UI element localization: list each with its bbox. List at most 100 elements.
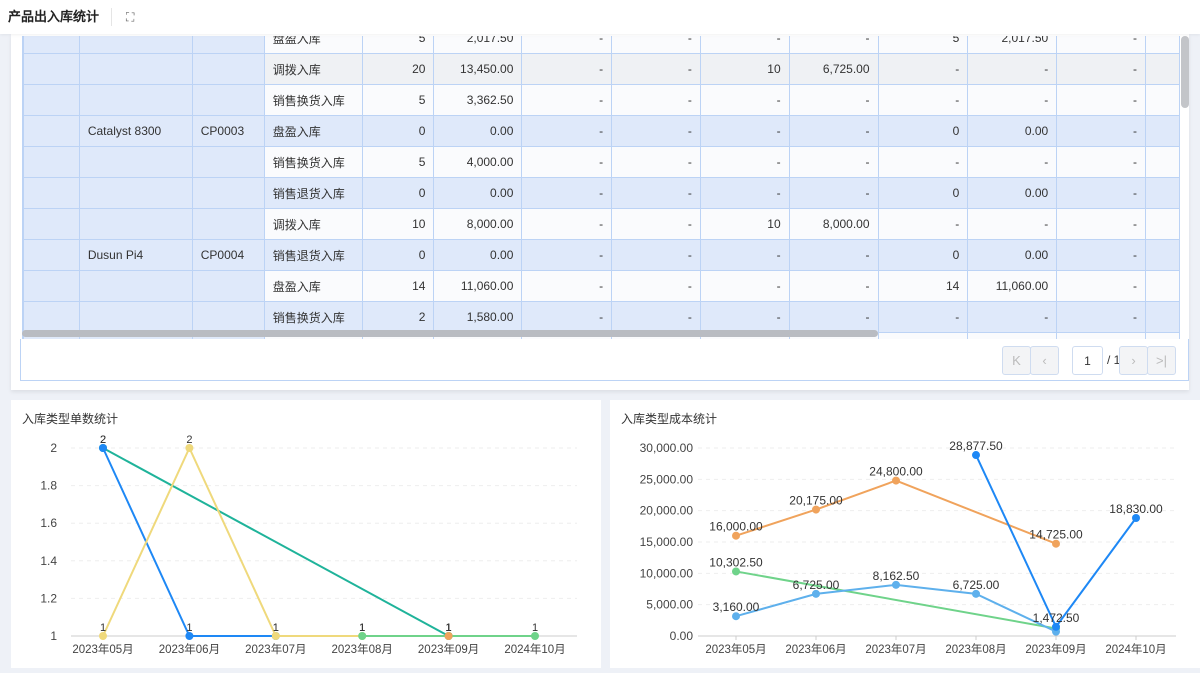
data-label: 8,162.50 — [873, 569, 920, 583]
amount-cell: 0.00 — [433, 177, 523, 209]
data-label: 10,302.50 — [709, 555, 763, 569]
value-cell: - — [611, 36, 701, 54]
value-cell — [1144, 301, 1180, 333]
vertical-scrollbar[interactable] — [1181, 36, 1189, 108]
value-cell: - — [521, 301, 613, 333]
product-code-cell — [191, 53, 265, 85]
value-cell — [1144, 53, 1180, 85]
x-tick-label: 2023年05月 — [72, 642, 133, 656]
table-row[interactable]: 盘盈入库 5 2,017.50- - - -5 2,017.50- — [23, 36, 1180, 54]
value-cell: - — [967, 84, 1058, 116]
x-tick-label: 2024年10月 — [504, 642, 565, 656]
chart-title: 入库类型单数统计 — [22, 412, 119, 426]
value-cell: - — [1056, 301, 1146, 333]
table-row[interactable]: 销售换货入库 2 1,580.00- - - - - - - — [23, 301, 1180, 333]
group-cell — [23, 36, 80, 54]
table-row[interactable]: 调拨入库 10 8,000.00- -10 8,000.00- - - — [23, 208, 1180, 240]
value-cell: - — [788, 36, 879, 54]
prev-page-button[interactable]: ‹ — [1030, 346, 1059, 375]
product-code-cell — [191, 84, 265, 116]
cost-chart-card: 入库类型成本统计 0.00 5,000.00 10,000.00 15,000.00 2… — [610, 400, 1200, 668]
type-cell: 销售换货入库 — [263, 84, 363, 116]
qty-cell: 5 — [361, 146, 435, 178]
x-tick-label: 2024年10月 — [1105, 642, 1166, 656]
value-cell: - — [788, 301, 879, 333]
table-row[interactable]: 销售换货入库 5 4,000.00- - - - - - - — [23, 146, 1180, 178]
value-cell: - — [521, 239, 613, 271]
value-cell: - — [1056, 177, 1146, 209]
qty-cell: 14 — [361, 270, 435, 302]
product-name-cell — [78, 177, 193, 209]
page-input[interactable]: 1 — [1072, 346, 1103, 375]
value-cell — [1144, 115, 1180, 147]
top-bar: 产品出入库统计 ⛶ — [0, 0, 1200, 34]
group-cell — [23, 146, 80, 178]
x-tick-label: 2023年07月 — [245, 642, 306, 656]
table-row[interactable]: 销售退货入库 0 0.00- - - -0 0.00- — [23, 177, 1180, 209]
value-cell — [1144, 177, 1180, 209]
product-name-cell — [78, 146, 193, 178]
group-cell — [23, 115, 80, 147]
value-cell: 0 — [877, 239, 969, 271]
value-cell: - — [788, 270, 879, 302]
data-label: 3,160.00 — [713, 600, 760, 614]
data-label: 6,725.00 — [953, 578, 1000, 592]
value-cell: - — [699, 270, 790, 302]
group-cell — [23, 270, 80, 302]
value-cell: - — [699, 36, 790, 54]
x-tick-label: 2023年06月 — [159, 642, 220, 656]
product-name-cell: Dusun Pi4 — [78, 239, 193, 271]
data-label: 1 — [100, 622, 106, 634]
y-tick-label: 10,000.00 — [640, 566, 694, 580]
x-tick-label: 2023年09月 — [418, 642, 479, 656]
value-cell: - — [699, 146, 790, 178]
y-tick-label: 2 — [50, 441, 57, 455]
value-cell: - — [1056, 36, 1146, 54]
group-cell — [23, 239, 80, 271]
first-page-button[interactable]: K — [1002, 346, 1031, 375]
value-cell: - — [1056, 146, 1146, 178]
data-table: 盘盈入库 5 2,017.50- - - -5 2,017.50- 调拨入库 20 13,450.… — [22, 36, 1180, 339]
table-row[interactable]: 调拨入库 20 13,450.00- -10 6,725.00- - - — [23, 53, 1180, 85]
value-cell: - — [611, 208, 701, 240]
table-row[interactable]: Catalyst 8300 CP0003 盘盈入库 0 0.00- - - -0 0.00- — [23, 115, 1180, 147]
value-cell — [1144, 208, 1180, 240]
cost-line-chart: 0.00 5,000.00 10,000.00 15,000.00 20,000.00 2… — [640, 439, 1176, 656]
value-cell: - — [788, 239, 879, 271]
table-row[interactable]: 销售换货入库 5 3,362.50- - - - - - - — [23, 84, 1180, 116]
amount-cell: 3,362.50 — [433, 84, 523, 116]
value-cell: - — [611, 53, 701, 85]
group-cell — [23, 301, 80, 333]
value-cell: - — [699, 177, 790, 209]
x-tick-label: 2023年05月 — [705, 642, 766, 656]
horizontal-scrollbar[interactable] — [22, 330, 878, 337]
value-cell: - — [967, 208, 1058, 240]
y-tick-label: 5,000.00 — [646, 598, 693, 612]
type-cell: 销售换货入库 — [263, 301, 363, 333]
qty-cell: 10 — [361, 208, 435, 240]
table-row[interactable]: Dusun Pi4 CP0004 销售退货入库 0 0.00- - - -0 0.00- — [23, 239, 1180, 271]
data-label: 18,830.00 — [1109, 502, 1163, 516]
value-cell: - — [521, 115, 613, 147]
value-cell: - — [699, 239, 790, 271]
type-cell: 销售退货入库 — [263, 239, 363, 271]
value-cell: - — [967, 146, 1058, 178]
data-label: 1 — [359, 622, 365, 634]
product-code-cell — [191, 270, 265, 302]
product-name-cell — [78, 270, 193, 302]
product-code-cell — [191, 177, 265, 209]
value-cell: - — [1056, 208, 1146, 240]
y-tick-label: 1.2 — [40, 591, 57, 605]
expand-icon[interactable]: ⛶ — [126, 10, 134, 25]
value-cell: 0.00 — [967, 239, 1058, 271]
value-cell: - — [877, 301, 969, 333]
last-page-button[interactable]: >| — [1147, 346, 1176, 375]
value-cell: 5 — [877, 36, 969, 54]
table-row[interactable]: 盘盈入库 14 11,060.00- - - -14 11,060.00- — [23, 270, 1180, 302]
amount-cell: 2,017.50 — [433, 36, 523, 54]
type-cell: 销售换货入库 — [263, 146, 363, 178]
value-cell: - — [699, 115, 790, 147]
count-chart-card: 入库类型单数统计 1 1.2 1.4 1.6 1.8 2 2023年05月 2023年06月 2… — [11, 400, 601, 668]
qty-cell: 0 — [361, 239, 435, 271]
next-page-button[interactable]: › — [1119, 346, 1148, 375]
